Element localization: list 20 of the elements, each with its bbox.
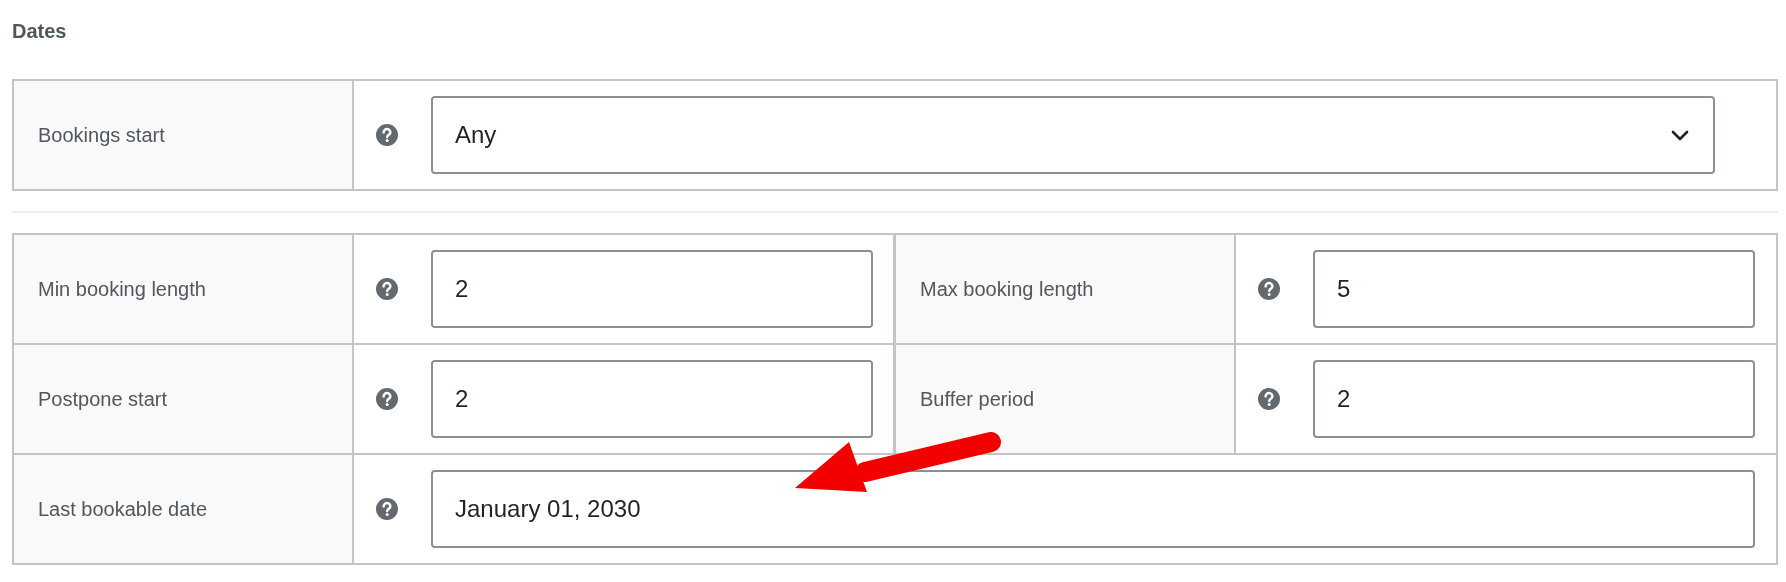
field-label: Buffer period <box>893 345 1236 453</box>
input-field[interactable]: 2 <box>1313 360 1755 438</box>
input-field[interactable]: 2 <box>431 250 873 328</box>
field-label: Max booking length <box>893 235 1236 343</box>
field-label: Bookings start <box>14 81 354 189</box>
field-label: Last bookable date <box>14 455 354 563</box>
field-label: Min booking length <box>14 235 354 343</box>
help-icon[interactable] <box>376 388 398 410</box>
select-field[interactable]: Any <box>431 96 1715 174</box>
input-field[interactable]: January 01, 2030 <box>431 470 1755 548</box>
help-icon[interactable] <box>1258 388 1280 410</box>
input-field[interactable]: 5 <box>1313 250 1755 328</box>
field-label: Postpone start <box>14 345 354 453</box>
help-icon[interactable] <box>376 278 398 300</box>
input-field[interactable]: 2 <box>431 360 873 438</box>
section-title: Dates <box>12 20 68 43</box>
help-icon[interactable] <box>376 498 398 520</box>
help-icon[interactable] <box>376 124 398 146</box>
chevron-down-icon <box>1671 129 1689 141</box>
help-icon[interactable] <box>1258 278 1280 300</box>
